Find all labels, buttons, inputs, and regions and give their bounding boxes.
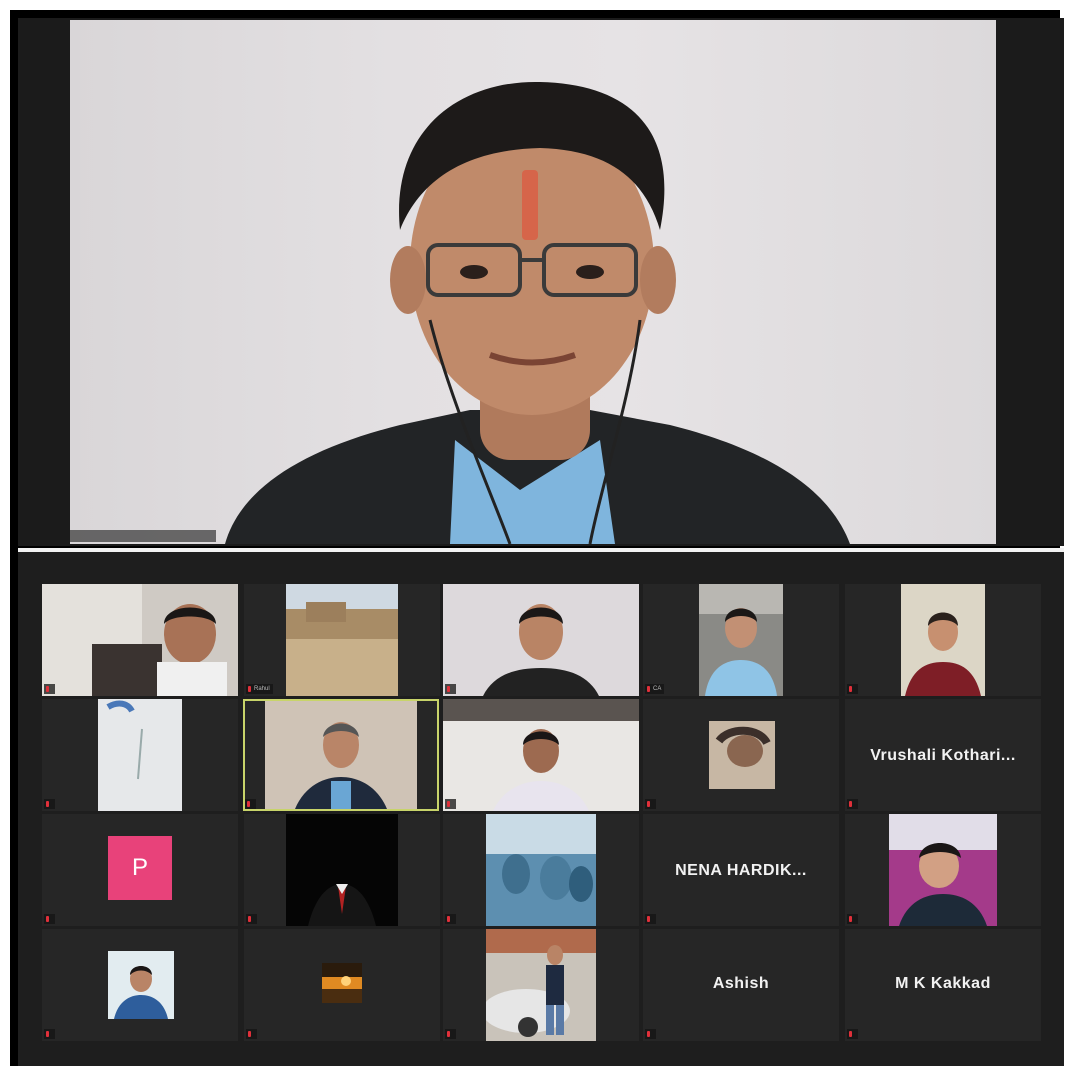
participant-video bbox=[443, 699, 639, 811]
participant-tile[interactable] bbox=[42, 699, 238, 811]
participant-video bbox=[709, 721, 775, 789]
participant-video bbox=[699, 584, 783, 696]
mic-muted-icon bbox=[447, 801, 450, 807]
mic-muted-icon bbox=[46, 1031, 49, 1037]
mic-muted-icon bbox=[447, 1031, 450, 1037]
participant-video bbox=[265, 701, 417, 809]
participant-name bbox=[445, 799, 456, 809]
mic-muted-icon bbox=[849, 686, 852, 692]
participant-tile-highlighted[interactable] bbox=[243, 699, 439, 811]
participant-tile[interactable] bbox=[443, 929, 639, 1041]
participant-name bbox=[847, 799, 858, 809]
mic-muted-icon bbox=[647, 1031, 650, 1037]
active-speaker-video bbox=[70, 20, 996, 544]
participant-name bbox=[645, 1029, 656, 1039]
participant-tile[interactable] bbox=[244, 929, 440, 1041]
participant-name bbox=[44, 684, 55, 694]
speaker-name-label bbox=[70, 530, 216, 542]
participant-tile[interactable]: Vrushali Kothari... bbox=[845, 699, 1041, 811]
participant-tile[interactable] bbox=[42, 584, 238, 696]
mic-muted-icon bbox=[46, 686, 49, 692]
participant-tile[interactable] bbox=[42, 929, 238, 1041]
mic-muted-icon bbox=[647, 801, 650, 807]
participant-display-name: Ashish bbox=[712, 975, 770, 992]
participant-name bbox=[445, 914, 456, 924]
mic-muted-icon bbox=[849, 916, 852, 922]
mic-muted-icon bbox=[849, 801, 852, 807]
participant-name bbox=[245, 799, 256, 809]
participant-tile[interactable] bbox=[845, 584, 1041, 696]
participant-name bbox=[847, 914, 858, 924]
participant-tile[interactable]: NENA HARDIK... bbox=[643, 814, 839, 926]
active-speaker-view[interactable] bbox=[18, 18, 1064, 546]
participant-name bbox=[44, 799, 55, 809]
participant-tile[interactable] bbox=[845, 814, 1041, 926]
participant-tile[interactable]: CA bbox=[643, 584, 839, 696]
participant-tile[interactable] bbox=[244, 814, 440, 926]
participant-tile[interactable] bbox=[443, 699, 639, 811]
participant-video bbox=[98, 699, 182, 811]
participant-video bbox=[901, 584, 985, 696]
participant-name bbox=[445, 684, 456, 694]
mic-muted-icon bbox=[248, 916, 251, 922]
participant-name bbox=[445, 1029, 456, 1039]
participant-tile[interactable]: Ashish bbox=[643, 929, 839, 1041]
participant-video bbox=[889, 814, 997, 926]
participant-tile[interactable]: P bbox=[42, 814, 238, 926]
participant-video bbox=[108, 951, 174, 1019]
mic-muted-icon bbox=[46, 801, 49, 807]
participant-name bbox=[847, 1029, 858, 1039]
participant-name: CA bbox=[645, 684, 665, 694]
participant-video bbox=[322, 963, 362, 1003]
participant-tile[interactable]: M K Kakkad bbox=[845, 929, 1041, 1041]
participant-name: Rahul bbox=[246, 684, 273, 694]
participant-name bbox=[246, 1029, 257, 1039]
mic-muted-icon bbox=[248, 1031, 251, 1037]
mic-muted-icon bbox=[447, 686, 450, 692]
participant-name bbox=[44, 914, 55, 924]
participant-display-name: Vrushali Kothari... bbox=[870, 747, 1016, 764]
participant-video bbox=[486, 814, 596, 926]
participant-display-name: NENA HARDIK... bbox=[675, 862, 807, 879]
participant-name bbox=[847, 684, 858, 694]
participant-video bbox=[286, 584, 398, 696]
participant-tile[interactable]: Rahul bbox=[244, 584, 440, 696]
participant-display-name: M K Kakkad bbox=[895, 975, 991, 992]
participant-video bbox=[286, 814, 398, 926]
mic-muted-icon bbox=[647, 916, 650, 922]
participant-video bbox=[486, 929, 596, 1041]
participant-avatar: P bbox=[108, 836, 172, 900]
mic-muted-icon bbox=[247, 801, 250, 807]
participant-tile[interactable] bbox=[443, 584, 639, 696]
participant-video bbox=[42, 584, 238, 696]
participant-tile[interactable] bbox=[643, 699, 839, 811]
participant-video bbox=[443, 584, 639, 696]
participant-name bbox=[44, 1029, 55, 1039]
participant-name bbox=[645, 799, 656, 809]
mic-muted-icon bbox=[447, 916, 450, 922]
participant-tile[interactable] bbox=[443, 814, 639, 926]
mic-muted-icon bbox=[46, 916, 49, 922]
participant-name bbox=[246, 914, 257, 924]
mic-muted-icon bbox=[248, 686, 251, 692]
mic-muted-icon bbox=[647, 686, 650, 692]
participant-name bbox=[645, 914, 656, 924]
mic-muted-icon bbox=[849, 1031, 852, 1037]
